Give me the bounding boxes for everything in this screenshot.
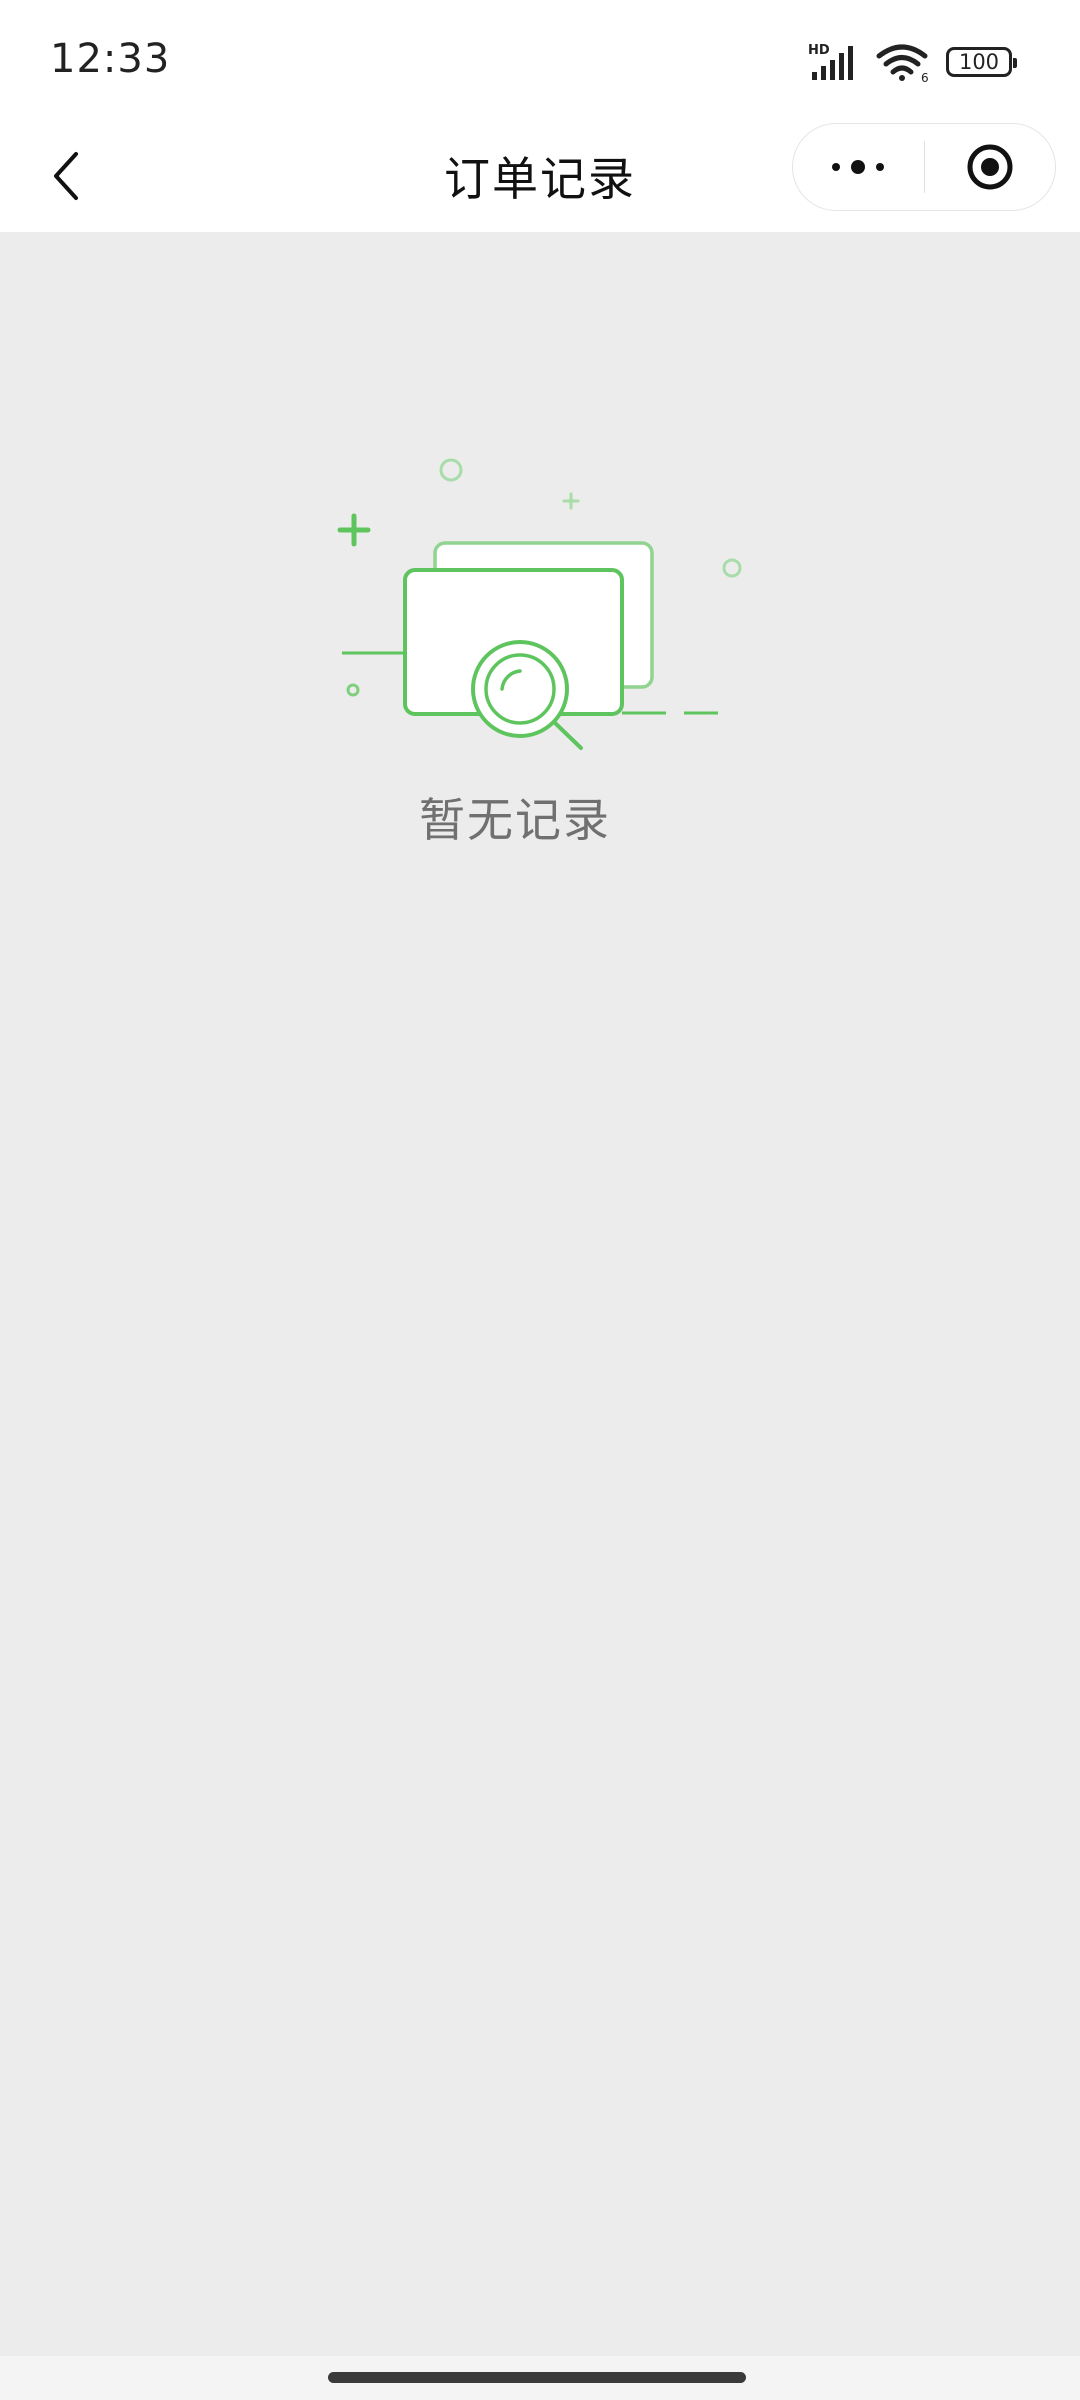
wifi-generation-label: 6 (921, 71, 929, 82)
cellular-signal-icon: HD (808, 43, 853, 80)
status-icons: HD 6 100 (808, 40, 1017, 84)
back-button[interactable] (28, 136, 108, 216)
more-dots-icon (832, 160, 885, 174)
nav-bar: 订单记录 (0, 120, 1080, 232)
network-type-label: HD (808, 43, 830, 58)
mini-program-capsule (792, 123, 1056, 211)
status-bar: 12:33 HD 6 100 (0, 0, 1080, 120)
target-circle-icon (967, 144, 1013, 190)
chevron-left-icon (54, 152, 78, 200)
home-indicator[interactable] (328, 2372, 746, 2383)
status-time: 12:33 (50, 36, 171, 82)
empty-state-message: 暂无记录 (419, 793, 611, 847)
wifi-icon: 6 (876, 44, 929, 82)
close-mini-program-button[interactable] (925, 124, 1056, 210)
battery-icon: 100 (946, 47, 1017, 77)
battery-level: 100 (958, 50, 1000, 74)
empty-search-illustration (337, 458, 742, 750)
more-menu-button[interactable] (793, 124, 924, 210)
